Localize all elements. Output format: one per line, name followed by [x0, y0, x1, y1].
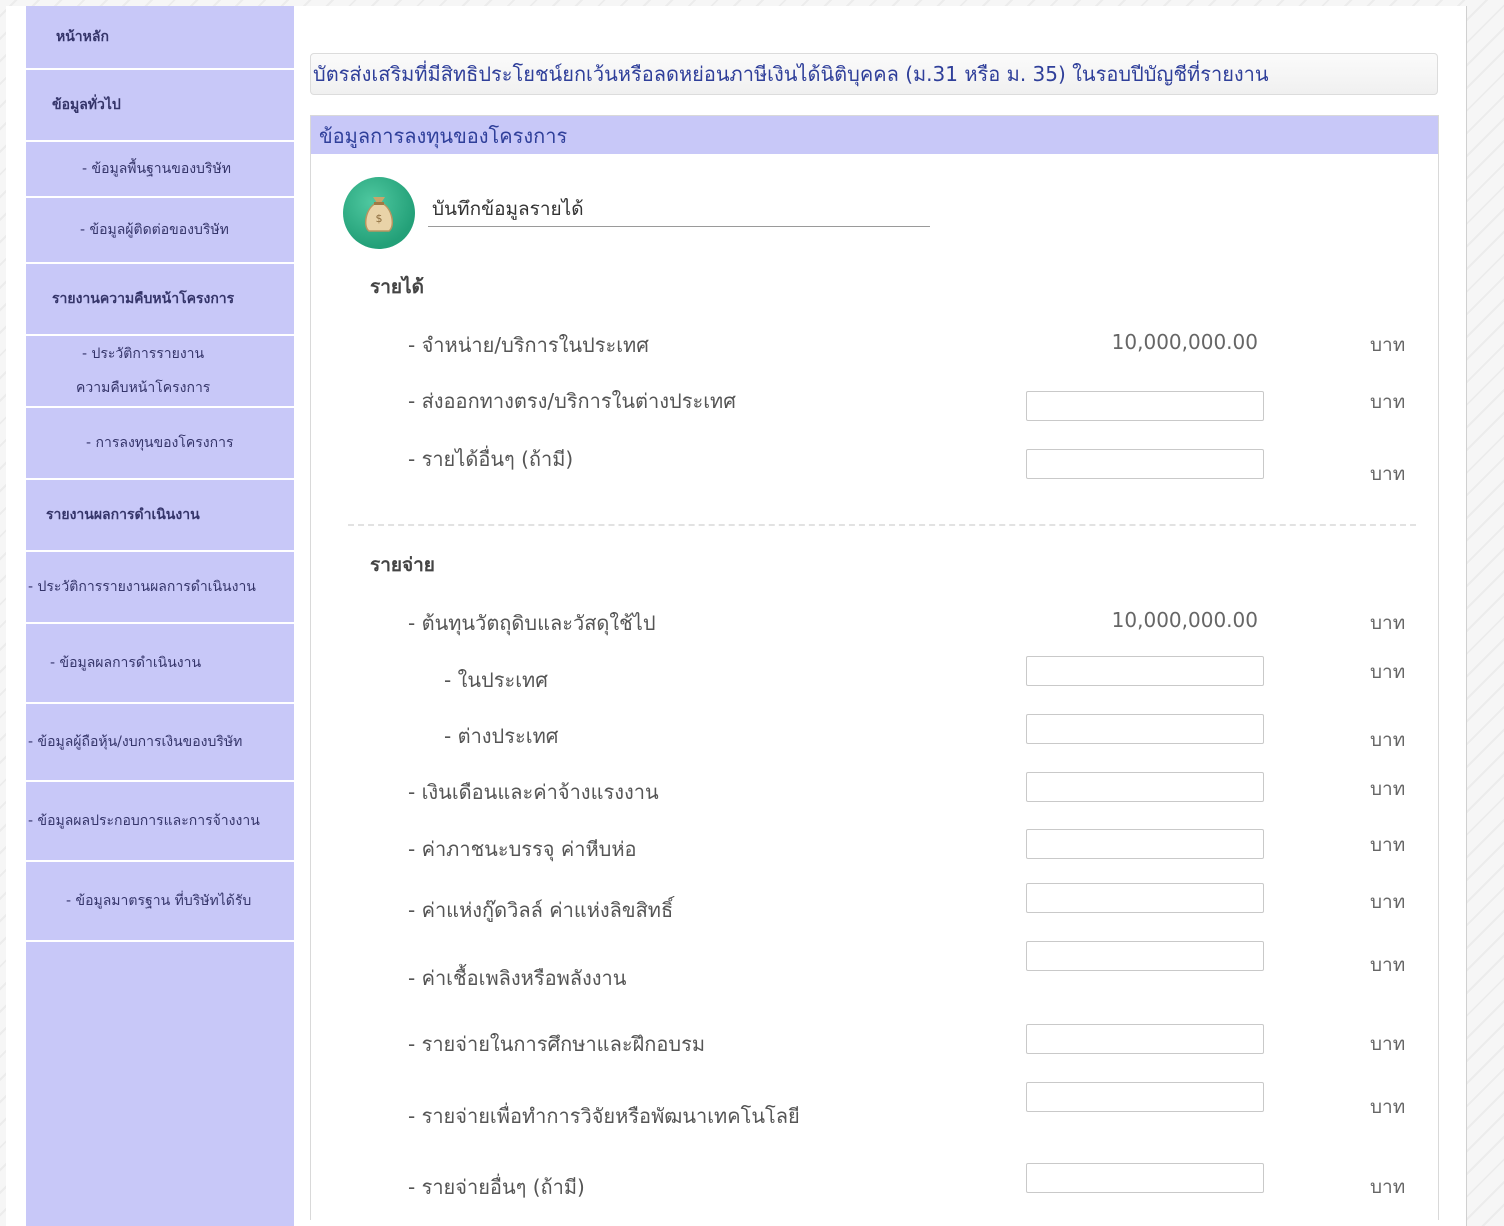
expense-foreign-label: - ต่างประเทศ: [444, 724, 559, 748]
sidebar-item-company-contact[interactable]: - ข้อมูลผู้ติดต่อของบริษัท: [26, 198, 294, 264]
sidebar-item-performance-history[interactable]: - ประวัติการรายงานผลการดำเนินงาน: [26, 552, 294, 624]
income-other-input[interactable]: [1026, 449, 1264, 479]
income-other-label: - รายได้อื่นๆ (ถ้ามี): [408, 447, 574, 471]
sidebar-item-company-basic[interactable]: - ข้อมูลพื้นฐานของบริษัท: [26, 142, 294, 198]
page-title: บัตรส่งเสริมที่มีสิทธิประโยชน์ยกเว้นหรือ…: [310, 53, 1438, 95]
sidebar-item-label: ความคืบหน้าโครงการ: [76, 380, 211, 396]
expense-heading: รายจ่าย: [370, 554, 435, 576]
expense-materials-value: 10,000,000.00: [1111, 608, 1258, 632]
unit-label: บาท: [1370, 334, 1406, 356]
expense-fuel-input[interactable]: [1026, 941, 1264, 971]
sidebar-item-employment[interactable]: - ข้อมูลผลประกอบการและการจ้างงาน: [26, 782, 294, 862]
expense-training-label: - รายจ่ายในการศึกษาและฝึกอบรม: [408, 1032, 706, 1056]
income-domestic-label: - จำหน่าย/บริการในประเทศ: [408, 333, 649, 357]
sidebar-item-label: - ข้อมูลมาตรฐาน ที่บริษัทได้รับ: [66, 893, 252, 909]
sidebar-item-label: รายงานความคืบหน้าโครงการ: [52, 291, 235, 307]
sidebar-item-standards[interactable]: - ข้อมูลมาตรฐาน ที่บริษัทได้รับ: [26, 862, 294, 942]
expense-fuel-label: - ค่าเชื้อเพลิงหรือพลังงาน: [408, 966, 627, 990]
unit-label: บาท: [1370, 834, 1406, 856]
sidebar-item-label: หน้าหลัก: [56, 29, 109, 45]
money-bag-icon: $: [343, 177, 415, 249]
expense-domestic-label: - ในประเทศ: [444, 668, 548, 692]
sidebar-item-performance-data[interactable]: - ข้อมูลผลการดำเนินงาน: [26, 624, 294, 704]
expense-salary-label: - เงินเดือนและค่าจ้างแรงงาน: [408, 780, 659, 804]
income-domestic-value: 10,000,000.00: [1111, 330, 1258, 354]
unit-label: บาท: [1370, 1033, 1406, 1055]
sidebar-item-label: - ข้อมูลผู้ติดต่อของบริษัท: [80, 222, 229, 238]
sidebar-item-label: - ข้อมูลพื้นฐานของบริษัท: [82, 161, 231, 177]
unit-label: บาท: [1370, 1096, 1406, 1118]
sidebar-item-performance-report[interactable]: รายงานผลการดำเนินงาน: [26, 480, 294, 552]
income-export-label: - ส่งออกทางตรง/บริการในต่างประเทศ: [408, 389, 736, 413]
unit-label: บาท: [1370, 463, 1406, 485]
unit-label: บาท: [1370, 661, 1406, 683]
expense-other-label: - รายจ่ายอื่นๆ (ถ้ามี): [408, 1175, 585, 1199]
unit-label: บาท: [1370, 891, 1406, 913]
sidebar-item-label: - ข้อมูลผลการดำเนินงาน: [50, 655, 202, 671]
sidebar-item-label: - การลงทุนของโครงการ: [86, 435, 234, 451]
expense-goodwill-input[interactable]: [1026, 883, 1264, 913]
expense-goodwill-label: - ค่าแห่งกู๊ดวิลล์ ค่าแห่งลิขสิทธิ์: [408, 898, 674, 922]
expense-research-input[interactable]: [1026, 1082, 1264, 1112]
record-income-label: บันทึกข้อมูลรายได้: [428, 193, 930, 227]
sidebar-item-label: - ข้อมูลผู้ถือหุ้น/งบการเงินของบริษัท: [28, 734, 243, 750]
expense-domestic-input[interactable]: [1026, 656, 1264, 686]
sidebar-item-shareholders[interactable]: - ข้อมูลผู้ถือหุ้น/งบการเงินของบริษัท: [26, 704, 294, 782]
sidebar-item-label: - ประวัติการรายงานผลการดำเนินงาน: [28, 579, 256, 595]
sidebar: หน้าหลัก ข้อมูลทั่วไป - ข้อมูลพื้นฐานของ…: [26, 6, 294, 1226]
expense-packaging-input[interactable]: [1026, 829, 1264, 859]
expense-salary-input[interactable]: [1026, 772, 1264, 802]
expense-foreign-input[interactable]: [1026, 714, 1264, 744]
sidebar-item-label: - ประวัติการรายงาน: [82, 346, 205, 362]
unit-label: บาท: [1370, 954, 1406, 976]
sidebar-item-home[interactable]: หน้าหลัก: [26, 6, 294, 70]
expense-research-label: - รายจ่ายเพื่อทำการวิจัยหรือพัฒนาเทคโนโล…: [408, 1104, 800, 1128]
unit-label: บาท: [1370, 729, 1406, 751]
sidebar-item-general[interactable]: ข้อมูลทั่วไป: [26, 70, 294, 142]
income-export-input[interactable]: [1026, 391, 1264, 421]
unit-label: บาท: [1370, 391, 1406, 413]
sidebar-item-label: ข้อมูลทั่วไป: [52, 97, 121, 113]
unit-label: บาท: [1370, 1176, 1406, 1198]
expense-packaging-label: - ค่าภาชนะบรรจุ ค่าหีบห่อ: [408, 837, 637, 861]
unit-label: บาท: [1370, 778, 1406, 800]
expense-training-input[interactable]: [1026, 1024, 1264, 1054]
expense-materials-label: - ต้นทุนวัตถุดิบและวัสดุใช้ไป: [408, 611, 656, 635]
income-heading: รายได้: [370, 276, 424, 298]
expense-other-input[interactable]: [1026, 1163, 1264, 1193]
sidebar-item-progress-report[interactable]: รายงานความคืบหน้าโครงการ: [26, 264, 294, 336]
panel-title: ข้อมูลการลงทุนของโครงการ: [311, 116, 1438, 154]
unit-label: บาท: [1370, 612, 1406, 634]
sidebar-item-label: - ข้อมูลผลประกอบการและการจ้างงาน: [28, 813, 260, 829]
sidebar-item-label: รายงานผลการดำเนินงาน: [46, 507, 200, 523]
section-divider: [348, 524, 1416, 526]
sidebar-item-progress-history[interactable]: - ประวัติการรายงาน ความคืบหน้าโครงการ: [26, 336, 294, 408]
sidebar-item-project-investment[interactable]: - การลงทุนของโครงการ: [26, 408, 294, 480]
svg-text:$: $: [376, 212, 383, 225]
